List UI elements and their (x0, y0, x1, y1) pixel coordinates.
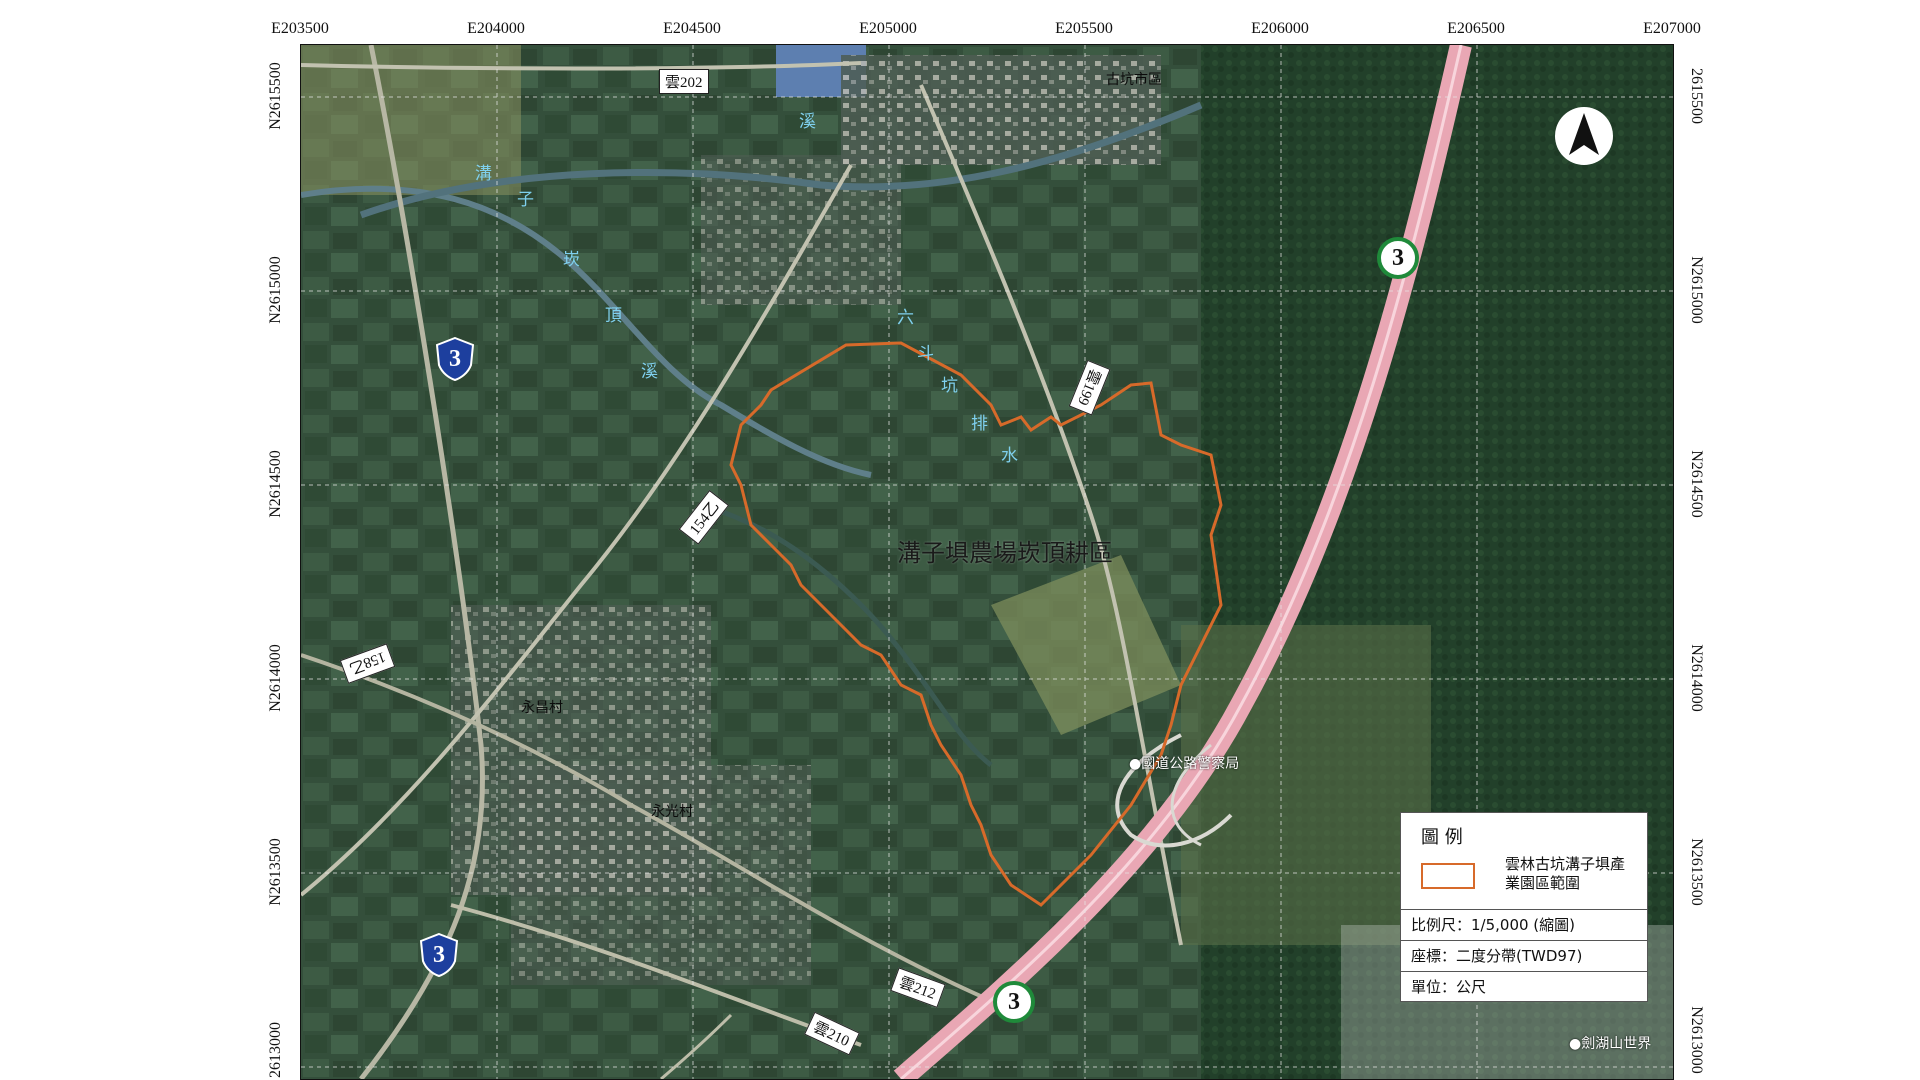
coord-left-n2614500: N2614500 (267, 450, 284, 518)
provincial-3-shield-north-icon: 3 (435, 336, 475, 382)
provincial-3-number-south: 3 (433, 941, 445, 968)
freeway-3-number-south: 3 (1008, 988, 1020, 1015)
coord-top-e205500: E205500 (1055, 20, 1113, 37)
stream-label-kanding-1: 溝 (475, 164, 492, 184)
coord-right-n2614000: N2614000 (1688, 644, 1705, 712)
stream-label-kanding-4: 頂 (605, 306, 622, 326)
stream-label-liudoukeng-1: 六 (897, 308, 914, 328)
coord-left-n2613500: N2613500 (267, 838, 284, 906)
legend-info: 比例尺：1/5,000 (縮圖) 座標：二度分帶(TWD97) 單位：公尺 (1401, 909, 1647, 1002)
coord-left-n2613000: 2613000 (267, 1022, 284, 1078)
coord-top-e206000: E206000 (1251, 20, 1309, 37)
coord-top-e207000: E207000 (1643, 20, 1701, 37)
legend-boundary-label: 雲林古坑溝子埧產業園區範圍 (1505, 855, 1626, 892)
legend-scale: 比例尺：1/5,000 (縮圖) (1401, 909, 1647, 940)
road-badge-yun202: 雲202 (659, 69, 709, 94)
coord-right-n2613500: N2613500 (1688, 838, 1705, 906)
stream-label-liudoukeng-5: 水 (1001, 446, 1018, 466)
coord-right-n2615000: N2615000 (1688, 256, 1705, 324)
coord-top-e204000: E204000 (467, 20, 525, 37)
coord-top-e203500: E203500 (271, 20, 329, 37)
freeway-3-shield-south-icon: 3 (993, 981, 1035, 1023)
legend-boundary-swatch (1421, 863, 1475, 889)
coord-top-e204500: E204500 (663, 20, 721, 37)
legend-unit: 單位：公尺 (1401, 971, 1647, 1002)
coord-right-n2614500: N2614500 (1688, 450, 1705, 518)
coord-top-e205000: E205000 (859, 20, 917, 37)
pale-field-east (1181, 625, 1431, 945)
legend-coords: 座標：二度分帶(TWD97) (1401, 940, 1647, 971)
legend-title: 圖 例 (1421, 827, 1463, 848)
coord-left-n2614000: N2614000 (267, 644, 284, 712)
coord-right-n2615500: 2615500 (1688, 68, 1705, 124)
freeway-3-number-north: 3 (1392, 244, 1404, 271)
coord-left-n2615500: N2615500 (267, 62, 284, 130)
area-label-kanding-farm: 溝子埧農場崁頂耕區 (897, 539, 1113, 567)
north-arrow-icon (1555, 107, 1613, 165)
legend-box: 圖 例 雲林古坑溝子埧產業園區範圍 比例尺：1/5,000 (縮圖) 座標：二度… (1400, 812, 1648, 1002)
freeway-3-shield-north-icon: 3 (1377, 237, 1419, 279)
label-yongchang: 永昌村 (521, 700, 563, 716)
coord-top-e206500: E206500 (1447, 20, 1505, 37)
coord-right-n2613000: N2613000 (1688, 1006, 1705, 1074)
stream-label-liudoukeng-4: 排 (971, 414, 988, 434)
coord-left-n2615000: N2615000 (267, 256, 284, 324)
stream-label-kanding-5: 溪 (641, 362, 658, 382)
label-janfusun: ●劍湖山世界 (1569, 1036, 1652, 1052)
stream-label-liudoukeng-2: 斗 (917, 344, 934, 364)
label-gukeng-city: 古坑市區 (1106, 72, 1162, 88)
stream-label-kanding-3: 崁 (563, 250, 580, 270)
stream-label-liudoukeng-3: 坑 (941, 376, 958, 396)
label-yongguang: 永光村 (651, 804, 693, 820)
village-yongguang (511, 765, 811, 985)
provincial-3-number-north: 3 (449, 345, 461, 372)
stream-label-ditch-xi: 溪 (799, 112, 816, 132)
provincial-3-shield-south-icon: 3 (419, 932, 459, 978)
stream-label-kanding-2: 子 (517, 190, 534, 210)
label-highway-police: ●國道公路警察局 (1129, 756, 1240, 772)
